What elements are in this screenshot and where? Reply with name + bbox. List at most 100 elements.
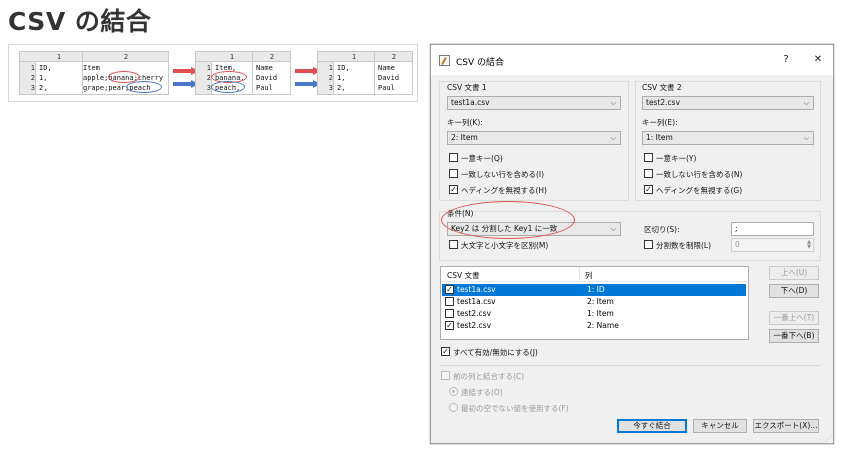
chevron-down-icon: ⌵ xyxy=(803,134,809,142)
key-col-select-1[interactable]: 2: Item ⌵ xyxy=(447,131,621,145)
csv-doc2-value: test2.csv xyxy=(646,98,681,107)
chevron-down-icon: ⌵ xyxy=(610,134,616,142)
row-checkbox[interactable] xyxy=(445,297,454,306)
row-number: 2 xyxy=(328,74,333,82)
col-header: 1 xyxy=(229,53,235,61)
table-cell: 1, xyxy=(337,74,346,82)
row-checkbox[interactable]: ✓ xyxy=(445,285,454,294)
list-item[interactable]: test1a.csv 2: Item xyxy=(442,296,746,308)
list-item[interactable]: ✓ test2.csv 2: Name xyxy=(442,320,746,332)
include-unmatched-label-1: 一致しない行を含める(I) xyxy=(461,170,545,179)
table-cell: Name xyxy=(256,64,273,72)
col-header: 2 xyxy=(269,53,275,61)
chevron-down-icon: ⌵ xyxy=(610,99,616,107)
move-bottom-button[interactable]: 一番下へ(B) xyxy=(769,329,819,343)
row-number: 2 xyxy=(30,74,35,82)
limit-split-label: 分割数を制限(L) xyxy=(656,241,712,250)
delimiter-input[interactable]: ; xyxy=(731,222,814,236)
merge-now-button[interactable]: 今すぐ結合 xyxy=(617,419,687,433)
unique-key-checkbox-2[interactable] xyxy=(644,153,653,162)
move-up-button[interactable]: 上へ(U) xyxy=(769,266,819,280)
row-col: 1: Item xyxy=(587,309,614,318)
col-header: 2 xyxy=(391,53,397,61)
row-number: 3 xyxy=(206,84,211,92)
unique-key-label-1: 一意キー(Q) xyxy=(461,154,503,163)
table-cell: 1, xyxy=(39,74,48,82)
row-doc: test2.csv xyxy=(457,321,492,330)
title-bar: CSV の結合 ? ✕ xyxy=(431,45,833,75)
first-nonempty-label: 最初の空でない値を使用する(F) xyxy=(461,404,569,413)
ignore-heading-label-1: ヘディングを無視する(H) xyxy=(461,186,547,195)
csv-doc2-label: CSV 文書 2 xyxy=(642,83,682,92)
table-cell: ID, xyxy=(337,64,350,72)
key-col-value-2: 1: Item xyxy=(646,133,673,142)
chevron-down-icon: ⌵ xyxy=(610,225,616,233)
table-cell: David xyxy=(256,74,278,82)
csv-merge-dialog: CSV の結合 ? ✕ CSV 文書 1 test1a.csv ⌵ キー列(K)… xyxy=(430,44,834,444)
list-item[interactable]: ✓ test1a.csv 1: ID xyxy=(442,284,746,296)
table-cell: 2, xyxy=(337,84,346,92)
close-icon[interactable]: ✕ xyxy=(809,52,827,68)
key-col-label-1: キー列(K): xyxy=(447,118,483,127)
first-nonempty-radio[interactable] xyxy=(449,403,458,412)
limit-split-checkbox[interactable] xyxy=(644,240,653,249)
table-cell: Paul xyxy=(378,84,395,92)
col-header: 1 xyxy=(56,53,62,61)
include-unmatched-checkbox-2[interactable] xyxy=(644,169,653,178)
col-header: 1 xyxy=(351,53,357,61)
csv-doc1-select[interactable]: test1a.csv ⌵ xyxy=(447,96,621,110)
row-checkbox[interactable]: ✓ xyxy=(445,321,454,330)
highlight-oval xyxy=(126,81,162,93)
key-col-select-2[interactable]: 1: Item ⌵ xyxy=(642,131,814,145)
help-button[interactable]: ? xyxy=(777,52,795,68)
row-col: 2: Item xyxy=(587,297,614,306)
key-col-value-1: 2: Item xyxy=(451,133,478,142)
move-top-button[interactable]: 一番上へ(T) xyxy=(769,311,819,325)
toggle-all-label: すべて有効/無効にする(J) xyxy=(453,348,538,357)
row-col: 2: Name xyxy=(587,321,619,330)
columns-listview[interactable]: CSV 文書 列 ✓ test1a.csv 1: ID test1a.csv 2… xyxy=(440,266,749,340)
concat-label: 連結する(O) xyxy=(461,388,503,397)
toggle-all-checkbox[interactable]: ✓ xyxy=(441,347,450,356)
table-cell: Paul xyxy=(256,84,273,92)
limit-split-input[interactable]: 0 ▲ ▼ xyxy=(731,238,814,252)
table-cell: 2, xyxy=(39,84,48,92)
ignore-heading-label-2: ヘディングを無視する(G) xyxy=(656,186,743,195)
highlight-oval xyxy=(211,81,245,93)
table-cell: Item xyxy=(83,64,100,72)
table-cell: David xyxy=(378,74,400,82)
cancel-button[interactable]: キャンセル xyxy=(693,419,747,433)
listview-header: CSV 文書 列 xyxy=(441,267,748,282)
csv-doc2-select[interactable]: test2.csv ⌵ xyxy=(642,96,814,110)
column-header-doc[interactable]: CSV 文書 xyxy=(447,270,480,281)
concat-radio[interactable] xyxy=(449,387,458,396)
row-checkbox[interactable] xyxy=(445,309,454,318)
case-sensitive-label: 大文字と小文字を区別(M) xyxy=(461,241,549,250)
merge-prev-label: 前の列と結合する(C) xyxy=(453,372,525,381)
table-cell: Name xyxy=(378,64,395,72)
limit-split-value: 0 xyxy=(735,240,740,249)
column-header-col[interactable]: 列 xyxy=(585,270,593,281)
case-sensitive-checkbox[interactable] xyxy=(449,240,458,249)
merge-prev-checkbox[interactable] xyxy=(441,371,450,380)
row-number: 2 xyxy=(206,74,211,82)
table-cell: ID, xyxy=(39,64,52,72)
highlight-circle xyxy=(441,201,575,239)
delimiter-label: 区切り(S): xyxy=(644,225,680,234)
illustration-panel: 1 2 1 2 3 ID, Item 1, apple;banana;cherr… xyxy=(8,44,418,102)
unique-key-checkbox-1[interactable] xyxy=(449,153,458,162)
dialog-title: CSV の結合 xyxy=(456,58,505,68)
ignore-heading-checkbox-2[interactable]: ✓ xyxy=(644,185,653,194)
export-button[interactable]: エクスポート(X)... xyxy=(753,419,819,433)
move-down-button[interactable]: 下へ(D) xyxy=(769,284,819,298)
row-doc: test1a.csv xyxy=(457,285,496,294)
chevron-down-icon: ⌵ xyxy=(803,99,809,107)
sample-table-3: 1 2 1 2 3 ID, Name 1, David 2, Paul xyxy=(317,51,413,95)
resize-grip-icon[interactable]: ⋰ xyxy=(825,435,832,443)
row-number: 3 xyxy=(30,84,35,92)
sample-table-1: 1 2 1 2 3 ID, Item 1, apple;banana;cherr… xyxy=(19,51,169,95)
list-item[interactable]: test2.csv 1: Item xyxy=(442,308,746,320)
ignore-heading-checkbox-1[interactable]: ✓ xyxy=(449,185,458,194)
row-number: 1 xyxy=(206,64,211,72)
include-unmatched-checkbox-1[interactable] xyxy=(449,169,458,178)
